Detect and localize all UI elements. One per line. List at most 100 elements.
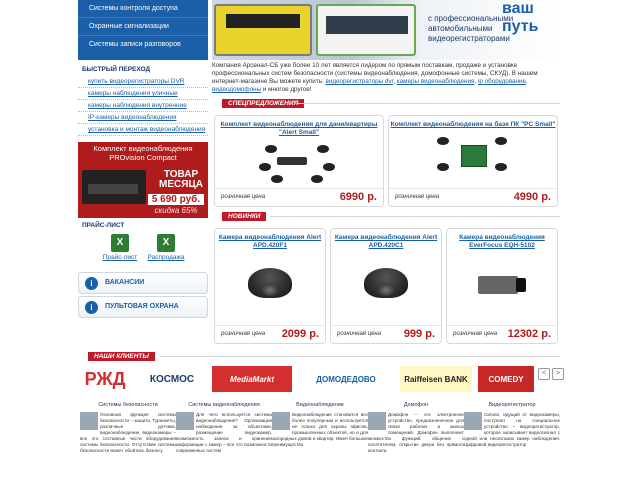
quick-link-install[interactable]: установка и монтаж видеонаблюдения xyxy=(78,124,208,136)
intro-link-ip[interactable]: ip оборудование xyxy=(478,78,526,85)
article-thumbnail xyxy=(464,412,482,430)
ad-month-word2: МЕСЯЦА xyxy=(159,179,203,190)
client-logo-kosmos[interactable]: КОСМОС xyxy=(136,366,208,392)
product-card[interactable]: Камера видеонаблюдения EverFocus EQH-510… xyxy=(446,228,558,344)
product-card[interactable]: Камера видеонаблюдения Alert APD.420C1 р… xyxy=(330,228,442,344)
product-card[interactable]: Камера видеонаблюдения Alert APD.420F1 р… xyxy=(214,228,326,344)
ad-line1: Комплект видеонаблюдения xyxy=(93,144,193,153)
quick-link-ip[interactable]: IP-камеры видеонаблюдения xyxy=(78,112,208,124)
client-logo-rzd[interactable]: РЖД xyxy=(80,366,130,392)
retail-price-label: розничная цена xyxy=(221,331,266,337)
product-price: 999 р. xyxy=(403,328,435,340)
product-price: 12302 р. xyxy=(507,328,551,340)
clients-next-button[interactable]: > xyxy=(552,368,564,380)
article-column: Домофон Домофон – это электронное устрой… xyxy=(368,402,464,480)
clients-prev-button[interactable]: < xyxy=(538,368,550,380)
retail-price-label: розничная цена xyxy=(453,331,498,337)
product-footer: розничная цена 2099 р. xyxy=(215,325,325,343)
article-title[interactable]: Видеорегистратор xyxy=(464,402,560,408)
quick-links-title: БЫСТРЫЙ ПЕРЕХОД xyxy=(82,66,151,73)
sale-link[interactable]: Распродажа xyxy=(148,254,185,261)
top-nav-menu: Системы контроля доступа Охранные сигнал… xyxy=(78,0,208,60)
client-logo-domodedovo[interactable]: ДОМОДЕДОВО xyxy=(296,366,396,392)
intro-link-intercoms[interactable]: видеодомофоны xyxy=(212,86,261,93)
ad-month-label: ТОВАР МЕСЯЦА xyxy=(156,170,206,190)
sale-item[interactable]: X Распродажа xyxy=(144,234,188,261)
retail-price-label: розничная цена xyxy=(337,331,382,337)
ad-line2: PROvision Compact xyxy=(109,153,177,162)
product-card[interactable]: Комплект видеонаблюдения на базе ПК "PC … xyxy=(388,115,558,207)
hero-subtitle: с профессиональными автомобильными видео… xyxy=(428,14,514,43)
bus-image xyxy=(316,4,416,56)
product-footer: розничная цена 999 р. xyxy=(331,325,441,343)
article-column: Видеорегистратор Сигнал, идущий от видео… xyxy=(464,402,560,480)
article-column: Видеонаблюдение Видеонаблюдение становит… xyxy=(272,402,368,480)
quick-link-indoor[interactable]: камеры наблюдения внутренние xyxy=(78,100,208,112)
intro-tail: и многое другое! xyxy=(262,86,312,93)
price-list-item[interactable]: X Прайс-лист xyxy=(98,234,142,261)
article-thumbnail xyxy=(176,412,194,430)
price-list-link[interactable]: Прайс-лист xyxy=(103,254,138,261)
dvr-kit-image xyxy=(82,170,146,204)
new-items-heading: НОВИНКИ xyxy=(222,212,267,221)
article-title[interactable]: Домофон xyxy=(368,402,464,408)
product-footer: розничная цена 12302 р. xyxy=(447,325,557,343)
product-price: 6990 р. xyxy=(339,191,377,203)
info-icon: i xyxy=(85,301,98,314)
product-name[interactable]: Камера видеонаблюдения Alert APD.420F1 xyxy=(215,234,325,250)
security-label: ПУЛЬТОВАЯ ОХРАНА xyxy=(105,303,179,310)
divider xyxy=(298,103,560,104)
product-footer: розничная цена 4990 р. xyxy=(389,188,557,206)
price-list-title: ПРАЙС-ЛИСТ xyxy=(82,222,125,229)
divider xyxy=(160,356,560,357)
product-name[interactable]: Комплект видеонаблюдения для дачи/кварти… xyxy=(215,121,383,137)
quick-links: БЫСТРЫЙ ПЕРЕХОД купить видеорегистраторы… xyxy=(78,64,208,136)
retail-price-label: розничная цена xyxy=(221,194,266,200)
product-name[interactable]: Комплект видеонаблюдения на базе ПК "PC … xyxy=(389,121,557,129)
divider xyxy=(270,216,560,217)
product-card[interactable]: Комплект видеонаблюдения для дачи/кварти… xyxy=(214,115,384,207)
dome-camera-image xyxy=(356,260,416,310)
excel-icon: X xyxy=(157,234,175,252)
product-footer: розничная цена 6990 р. xyxy=(215,188,383,206)
article-title[interactable]: Системы видеонаблюдения xyxy=(176,402,272,408)
article-thumbnail xyxy=(80,412,98,430)
truck-image xyxy=(214,4,312,56)
excel-icon: X xyxy=(111,234,129,252)
article-title[interactable]: Видеонаблюдение xyxy=(272,402,368,408)
article-column: Системы видеонаблюдения Для чего использ… xyxy=(176,402,272,480)
price-list-block: ПРАЙС-ЛИСТ X Прайс-лист X Распродажа xyxy=(78,222,208,268)
nav-item-call-recording[interactable]: Системы записи разговоров xyxy=(78,36,208,54)
client-logo-comedy[interactable]: COMEDY xyxy=(478,366,534,392)
intro-link-cameras[interactable]: камеры видеонаблюдения xyxy=(397,78,475,85)
product-price: 2099 р. xyxy=(281,328,319,340)
product-price: 4990 р. xyxy=(513,191,551,203)
intro-link-dvr[interactable]: видеорегистраторы dvr xyxy=(326,78,394,85)
articles-section: Системы безопасности Основная функция си… xyxy=(80,402,560,480)
vacancies-label: ВАКАНСИИ xyxy=(105,279,145,286)
quick-link-dvr[interactable]: купить видеорегистраторы DVR xyxy=(78,76,208,88)
product-name[interactable]: Камера видеонаблюдения Alert APD.420C1 xyxy=(331,234,441,250)
specials-heading: СПЕЦПРЕДЛОЖЕНИЯ xyxy=(222,99,305,108)
kit-image xyxy=(433,133,513,177)
article-title[interactable]: Системы безопасности xyxy=(80,402,176,408)
quick-link-outdoor[interactable]: камеры наблюдения уличные xyxy=(78,88,208,100)
kit-image xyxy=(259,141,339,185)
nav-item-alarms[interactable]: Охранные сигнализации xyxy=(78,18,208,36)
article-column: Системы безопасности Основная функция си… xyxy=(80,402,176,480)
nav-item-access-control[interactable]: Системы контроля доступа xyxy=(78,0,208,18)
box-camera-image xyxy=(472,260,532,310)
dome-camera-image xyxy=(240,260,300,310)
ad-discount: скидка 65% xyxy=(154,206,198,215)
client-logo-mediamarkt[interactable]: MediaMarkt xyxy=(212,366,292,392)
hero-banner[interactable]: ваш путь с профессиональными автомобильн… xyxy=(212,0,562,60)
client-logo-raiffeisen[interactable]: Raiffeisen BANK xyxy=(400,366,472,392)
retail-price-label: розничная цена xyxy=(395,194,440,200)
article-thumbnail xyxy=(272,412,290,430)
security-button[interactable]: i ПУЛЬТОВАЯ ОХРАНА xyxy=(78,296,208,318)
product-of-month-banner[interactable]: Комплект видеонаблюдения PROvision Compa… xyxy=(78,142,208,218)
vacancies-button[interactable]: i ВАКАНСИИ xyxy=(78,272,208,294)
intro-text: Компания Арсенал-СБ уже более 10 лет явл… xyxy=(212,62,538,93)
product-name[interactable]: Камера видеонаблюдения EverFocus EQH-510… xyxy=(447,234,557,250)
clients-heading: НАШИ КЛИЕНТЫ xyxy=(88,352,155,361)
